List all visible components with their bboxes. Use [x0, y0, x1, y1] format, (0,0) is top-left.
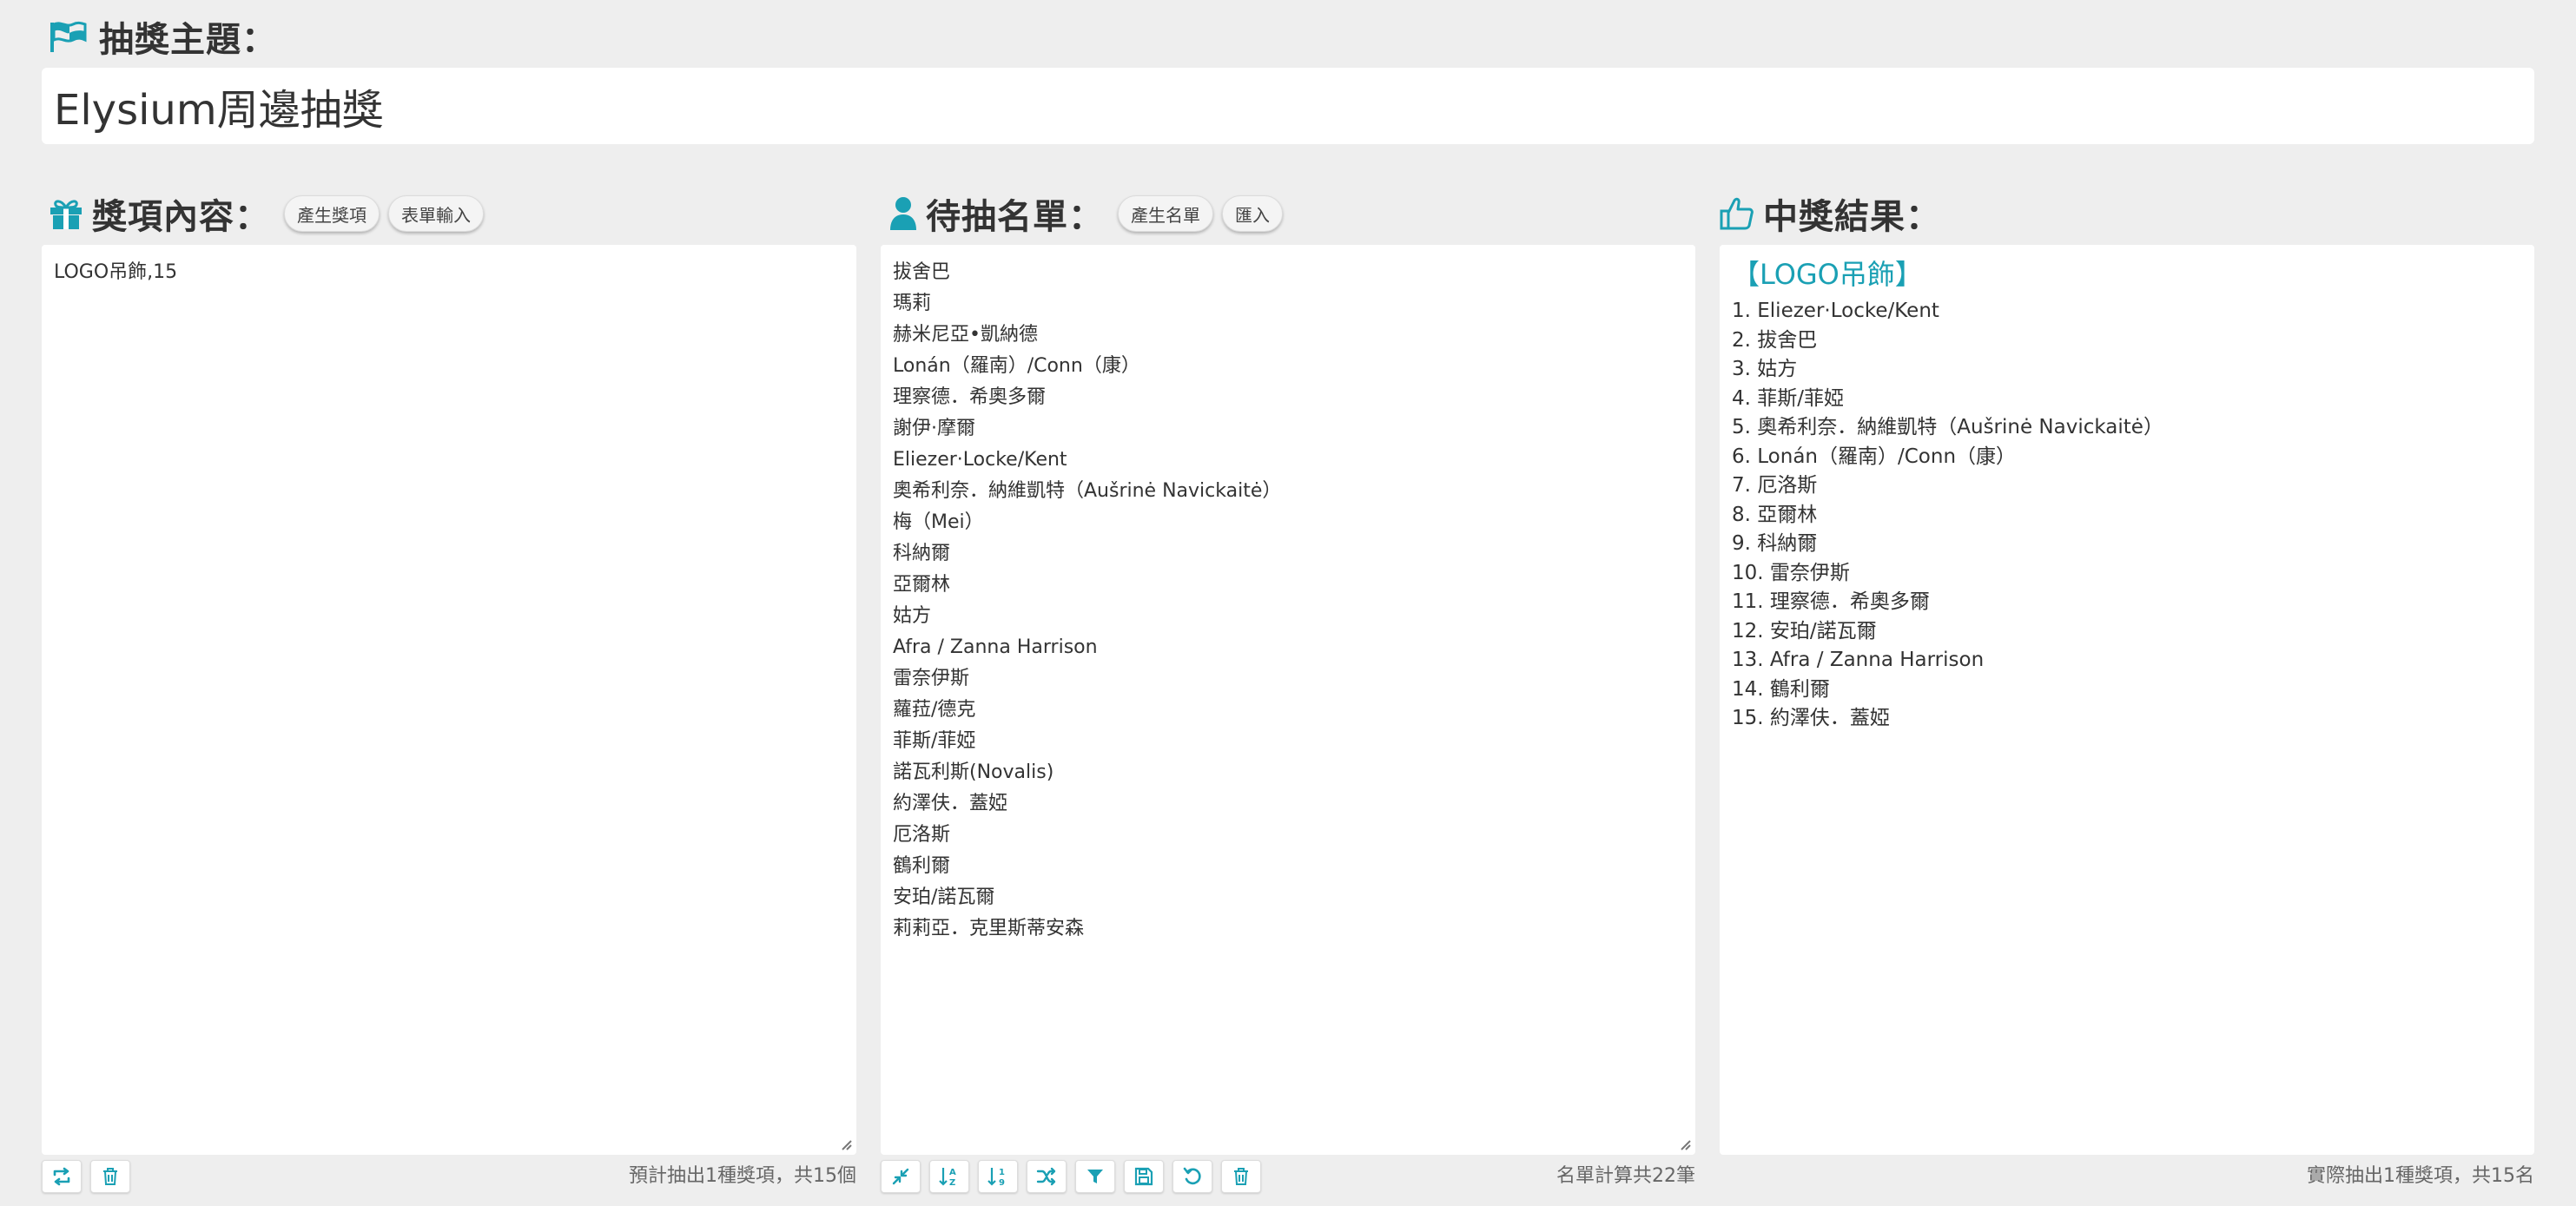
form-input-button[interactable]: 表單輸入	[388, 195, 484, 232]
winner-item: 2. 拔舍巴	[1732, 328, 1818, 352]
gift-icon	[49, 197, 83, 230]
candidate-line: 鶴利爾	[893, 855, 951, 877]
candidate-line: 約澤伕．蓋婭	[893, 793, 1008, 814]
candidates-footnote: 名單計算共22筆	[1556, 1165, 1695, 1187]
candidates-panel: 拔舍巴瑪莉赫米尼亞•凱納德 Lonán（羅南）/Conn（康） 理察德．希奧多爾 謝伊…	[881, 245, 1695, 1155]
generate-list-button[interactable]: 產生名單	[1118, 195, 1213, 232]
thumbs-up-icon	[1720, 196, 1754, 231]
theme-header: 抽獎主題：	[49, 12, 277, 61]
winner-item: 8. 亞爾林	[1732, 503, 1818, 526]
candidate-line: 安珀/諾瓦爾	[893, 886, 995, 908]
prize-group-label: 【LOGO吊飾】	[1732, 258, 1923, 291]
winner-item: 3. 姑方	[1732, 358, 1798, 380]
prizes-header: 獎項內容： 產生獎項 表單輸入	[49, 189, 484, 238]
candidate-line: 亞爾林	[893, 574, 951, 596]
candidate-line: 厄洛斯	[893, 824, 951, 846]
winner-item: 6. Lonán（羅南）/Conn（康）	[1732, 445, 2017, 468]
candidate-line: 赫米尼亞•凱納德	[893, 324, 1038, 346]
prizes-footnote: 預計抽出1種獎項，共15個	[629, 1165, 856, 1187]
resize-grip-icon[interactable]	[1676, 1136, 1692, 1151]
candidate-line: 姑方	[893, 605, 932, 627]
candidate-line: 莉莉亞．克里斯蒂安森	[893, 918, 1085, 939]
import-button[interactable]: 匯入	[1222, 195, 1283, 232]
candidates-header: 待抽名單： 產生名單 匯入	[889, 189, 1283, 238]
winner-item: 1. Eliezer·Locke/Kent	[1732, 300, 1939, 322]
theme-title: 抽獎主題：	[99, 20, 277, 60]
candidate-line: 梅（Mei）	[893, 511, 984, 533]
winner-item: 12. 安珀/諾瓦爾	[1732, 619, 1877, 643]
winner-item: 4. 菲斯/菲婭	[1732, 386, 1845, 410]
flag-icon	[49, 21, 87, 52]
candidates-title: 待抽名單：	[926, 197, 1104, 237]
prizes-title: 獎項內容：	[92, 197, 270, 237]
winner-item: 9. 科納爾	[1732, 532, 1818, 555]
candidate-line: Eliezer·Locke/Kent	[893, 449, 1067, 471]
candidate-line: Lonán（羅南）/Conn（康）	[893, 355, 1140, 377]
winner-item: 7. 厄洛斯	[1732, 474, 1818, 497]
winner-item: 11. 理察德．希奧多爾	[1732, 590, 1930, 613]
candidates-textarea[interactable]: 拔舍巴瑪莉赫米尼亞•凱納德 Lonán（羅南）/Conn（康） 理察德．希奧多爾 謝伊…	[881, 245, 1695, 957]
candidate-line: 雷奈伊斯	[893, 668, 970, 689]
results-list: 【LOGO吊飾】 1. Eliezer·Locke/Kent 2. 拔舍巴 3. 姑…	[1720, 245, 2534, 744]
candidate-line: Afra / Zanna Harrison	[893, 636, 1098, 658]
user-icon	[889, 196, 917, 231]
winner-item: 15. 約澤伕．蓋婭	[1732, 707, 1890, 729]
candidate-line: 理察德．希奧多爾	[893, 386, 1047, 408]
prizes-panel: LOGO吊飾,15	[42, 245, 856, 1155]
winner-item: 5. 奧希利奈．納維凱特（Aušrinė Navickaitė）	[1732, 416, 2163, 438]
theme-input[interactable]: Elysium周邊抽獎	[42, 68, 2534, 144]
results-header: 中獎結果：	[1720, 189, 1946, 238]
candidate-line: 科納爾	[893, 543, 951, 564]
candidate-line: 拔舍巴	[893, 261, 951, 283]
candidate-line: 諾瓦利斯(Novalis)	[893, 761, 1054, 783]
results-footnote: 實際抽出1種獎項，共15名	[2307, 1165, 2534, 1187]
generate-prizes-button[interactable]: 產生獎項	[284, 195, 380, 232]
candidate-line: 奧希利奈．納維凱特（Aušrinė Navickaitė）	[893, 480, 1282, 502]
winner-item: 10. 雷奈伊斯	[1732, 561, 1850, 584]
winner-item: 13. Afra / Zanna Harrison	[1732, 649, 1985, 671]
results-title: 中獎結果：	[1763, 197, 1941, 237]
winner-item: 14. 鶴利爾	[1732, 677, 1830, 701]
candidate-line: 菲斯/菲婭	[893, 730, 976, 752]
candidate-line: 蘿菈/德克	[893, 699, 976, 721]
prizes-textarea[interactable]: LOGO吊飾,15	[42, 245, 856, 1155]
candidate-line: 瑪莉	[893, 293, 932, 314]
candidate-line: 謝伊·摩爾	[893, 418, 975, 439]
resize-grip-icon[interactable]	[837, 1136, 853, 1151]
results-panel: 【LOGO吊飾】 1. Eliezer·Locke/Kent 2. 拔舍巴 3. 姑…	[1720, 245, 2534, 1155]
